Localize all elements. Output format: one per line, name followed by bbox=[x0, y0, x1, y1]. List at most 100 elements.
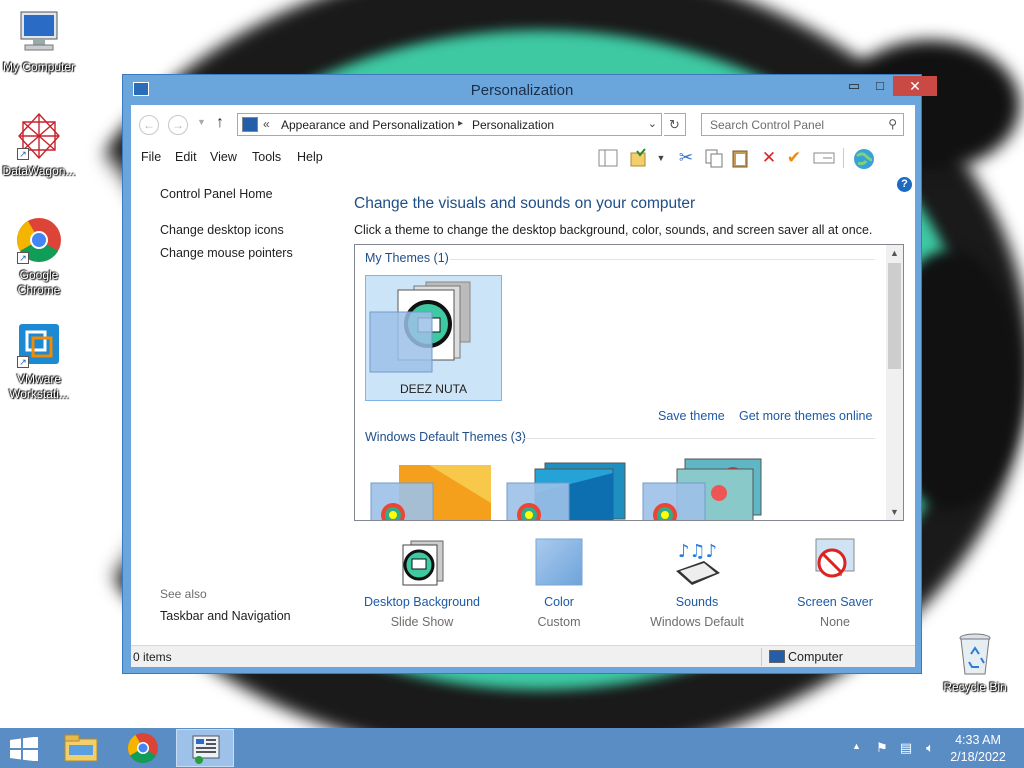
color-label[interactable]: Color bbox=[489, 595, 629, 609]
globe-icon[interactable] bbox=[853, 148, 874, 169]
desktop-background-label[interactable]: Desktop Background bbox=[352, 595, 492, 609]
menu-help[interactable]: Help bbox=[297, 150, 323, 164]
taskbar-control-panel[interactable] bbox=[176, 729, 234, 767]
scrollbar-thumb[interactable] bbox=[888, 263, 901, 369]
clock-time[interactable]: 4:33 AM bbox=[948, 733, 1008, 747]
close-button[interactable]: ✕ bbox=[893, 76, 937, 96]
sounds-label[interactable]: Sounds bbox=[627, 595, 767, 609]
theme-tile-flowers[interactable] bbox=[641, 453, 763, 520]
search-icon[interactable]: ⚲ bbox=[888, 117, 897, 131]
clock-date[interactable]: 2/18/2022 bbox=[948, 750, 1008, 764]
close-icon: ✕ bbox=[909, 78, 921, 94]
get-more-themes-link[interactable]: Get more themes online bbox=[739, 409, 872, 423]
maximize-button[interactable]: □ bbox=[867, 76, 893, 96]
taskbar-chrome[interactable] bbox=[114, 729, 172, 767]
title-bar[interactable]: Personalization ▭ □ ✕ bbox=[123, 75, 937, 105]
scroll-down-icon[interactable]: ▼ bbox=[890, 507, 899, 517]
recent-pages-dropdown-icon[interactable]: ▼ bbox=[197, 117, 206, 127]
sounds-value: Windows Default bbox=[650, 615, 744, 629]
minimize-button[interactable]: ▭ bbox=[841, 76, 867, 96]
desktop-icon-label: Google Chrome bbox=[17, 268, 61, 297]
theme-thumbnail-icon bbox=[370, 465, 491, 520]
breadcrumb-appearance[interactable]: Appearance and Personalization bbox=[281, 118, 454, 132]
taskbar: ▲ ⚑ ▤ 🔈︎ 4:33 AM 2/18/2022 bbox=[0, 728, 1024, 768]
theme-tile-windows[interactable] bbox=[369, 453, 491, 520]
folder-options-icon[interactable] bbox=[629, 148, 649, 168]
back-button[interactable]: ← bbox=[139, 115, 159, 135]
chrome-icon: ↗ bbox=[15, 216, 63, 264]
save-theme-link[interactable]: Save theme bbox=[658, 409, 725, 423]
menu-tools[interactable]: Tools bbox=[252, 150, 281, 164]
taskbar-and-navigation-link[interactable]: Taskbar and Navigation bbox=[160, 609, 291, 623]
theme-name: DEEZ NUTA bbox=[399, 382, 468, 396]
layout-pane-icon[interactable] bbox=[598, 148, 618, 168]
change-mouse-pointers-link[interactable]: Change mouse pointers bbox=[160, 246, 293, 260]
menu-file[interactable]: File bbox=[141, 150, 161, 164]
screen-saver-value: None bbox=[820, 615, 850, 629]
breadcrumb-overflow-icon[interactable]: « bbox=[263, 117, 270, 131]
screen-saver-icon bbox=[810, 537, 860, 587]
control-panel-icon bbox=[242, 117, 258, 132]
desktop-icon-label: VMware Workstati... bbox=[9, 372, 69, 401]
control-panel-icon bbox=[192, 735, 220, 764]
sounds-setting[interactable]: ♪♫♪ Sounds Windows Default bbox=[627, 537, 767, 629]
address-dropdown-icon[interactable]: ⌄ bbox=[648, 117, 657, 130]
menu-view[interactable]: View bbox=[210, 150, 237, 164]
computer-icon bbox=[15, 8, 63, 56]
toolbar-separator bbox=[843, 148, 844, 168]
theme-preview-icon bbox=[369, 281, 471, 373]
desktop-icon-google-chrome[interactable]: ↗ Google Chrome bbox=[0, 216, 78, 298]
refresh-button[interactable]: ↻ bbox=[664, 113, 686, 136]
paste-icon[interactable] bbox=[730, 148, 750, 168]
group-divider bbox=[523, 438, 875, 439]
desktop-icon-recycle-bin[interactable]: Recycle Bin bbox=[936, 632, 1014, 695]
theme-tile-lines-colors[interactable] bbox=[505, 453, 627, 520]
delete-icon[interactable]: ✕ bbox=[759, 148, 779, 168]
properties-check-icon[interactable]: ✔ bbox=[784, 148, 804, 168]
desktop-icon-label: My Computer bbox=[2, 60, 76, 74]
toolbar-dropdown-icon[interactable]: ▼ bbox=[651, 148, 671, 168]
theme-tile-selected[interactable]: DEEZ NUTA bbox=[365, 275, 502, 401]
desktop-icon-my-computer[interactable]: My Computer bbox=[0, 8, 78, 75]
taskbar-file-explorer[interactable] bbox=[52, 729, 110, 767]
control-panel-home-link[interactable]: Control Panel Home bbox=[160, 187, 273, 201]
chrome-icon bbox=[127, 733, 158, 764]
search-input[interactable]: Search Control Panel ⚲ bbox=[701, 113, 904, 136]
address-bar[interactable]: « Appearance and Personalization ▸ Perso… bbox=[237, 113, 662, 136]
desktop-background-icon bbox=[397, 537, 447, 587]
breadcrumb-personalization[interactable]: Personalization bbox=[472, 118, 554, 132]
shortcut-arrow-icon: ↗ bbox=[17, 148, 29, 160]
themes-scrollbar[interactable]: ▲ ▼ bbox=[886, 245, 903, 520]
desktop-icon-vmware[interactable]: ↗ VMware Workstati... bbox=[0, 320, 78, 402]
volume-muted-icon[interactable]: 🔈︎ bbox=[922, 740, 938, 756]
breadcrumb-separator-icon[interactable]: ▸ bbox=[458, 118, 463, 129]
themes-list: My Themes (1) DEEZ NUTA Save theme Get m… bbox=[354, 244, 904, 521]
color-setting[interactable]: Color Custom bbox=[489, 537, 629, 629]
forward-button[interactable]: → bbox=[168, 115, 188, 135]
action-center-flag-icon[interactable]: ⚑ bbox=[874, 740, 890, 756]
cut-icon[interactable]: ✂ bbox=[676, 148, 696, 168]
datawagon-logo-icon: ↗ bbox=[15, 112, 63, 160]
status-bar: 0 items Computer bbox=[131, 645, 915, 667]
scroll-up-icon[interactable]: ▲ bbox=[890, 248, 899, 258]
page-description: Click a theme to change the desktop back… bbox=[354, 223, 873, 237]
maximize-icon: □ bbox=[876, 78, 884, 93]
desktop-background-setting[interactable]: Desktop Background Slide Show bbox=[352, 537, 492, 629]
change-desktop-icons-link[interactable]: Change desktop icons bbox=[160, 223, 284, 237]
rename-icon[interactable] bbox=[813, 148, 835, 168]
folder-icon bbox=[64, 734, 98, 762]
start-button[interactable] bbox=[10, 736, 38, 762]
tray-overflow-icon[interactable]: ▲ bbox=[852, 741, 861, 751]
screen-saver-label[interactable]: Screen Saver bbox=[765, 595, 905, 609]
help-icon[interactable]: ? bbox=[897, 177, 912, 192]
desktop-icon-label: DataWagon... bbox=[2, 164, 76, 178]
menu-edit[interactable]: Edit bbox=[175, 150, 197, 164]
desktop-icon-datawagon[interactable]: ↗ DataWagon... bbox=[0, 112, 78, 179]
up-arrow-icon[interactable]: ↑ bbox=[216, 114, 224, 132]
svg-text:♪♫♪: ♪♫♪ bbox=[678, 541, 717, 562]
color-swatch-icon bbox=[534, 537, 584, 587]
network-icon[interactable]: ▤ bbox=[898, 740, 914, 756]
copy-icon[interactable] bbox=[704, 148, 724, 168]
screen-saver-setting[interactable]: Screen Saver None bbox=[765, 537, 905, 629]
my-themes-group-title: My Themes (1) bbox=[365, 251, 449, 265]
